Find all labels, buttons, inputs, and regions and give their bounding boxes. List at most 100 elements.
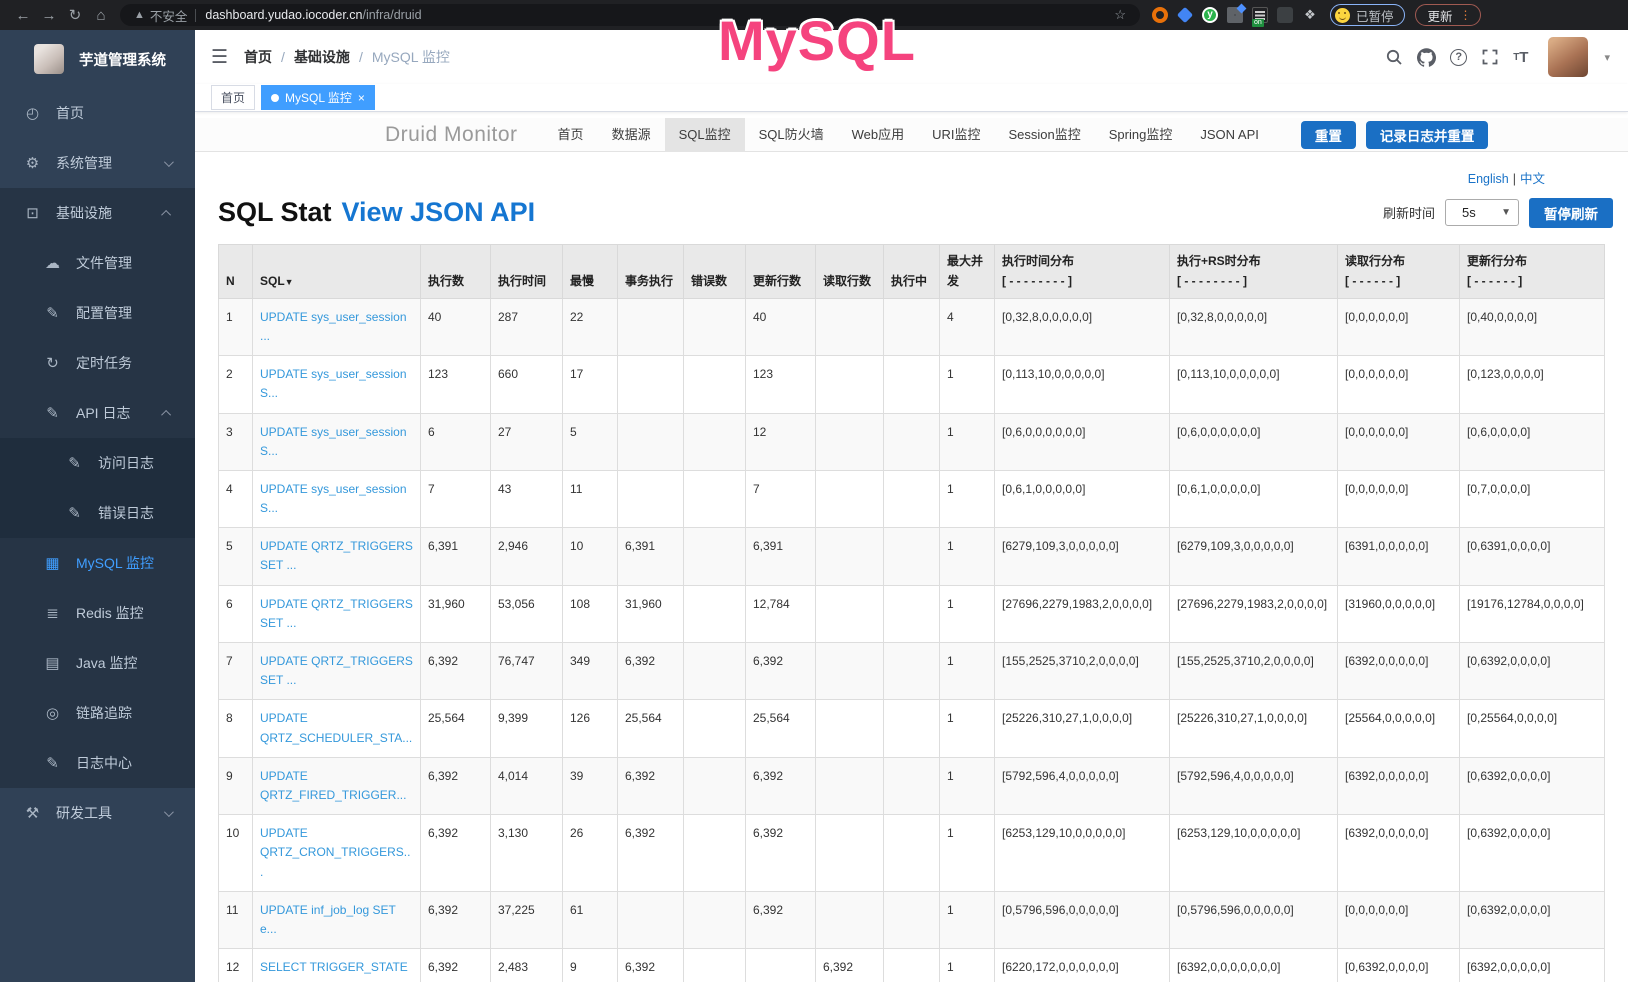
column-header[interactable]: 错误数 bbox=[684, 245, 746, 299]
log-and-reset-button[interactable]: 记录日志并重置 bbox=[1366, 121, 1489, 149]
bookmark-star-icon[interactable]: ☆ bbox=[1114, 7, 1126, 23]
druid-nav-Spring监控[interactable]: Spring监控 bbox=[1095, 118, 1187, 152]
sql-link[interactable]: UPDATE QRTZ_TRIGGERS SET ... bbox=[260, 654, 413, 687]
lang-english-link[interactable]: English bbox=[1468, 172, 1509, 186]
tag-MySQL 监控[interactable]: MySQL 监控× bbox=[261, 85, 375, 110]
druid-nav-SQL防火墙[interactable]: SQL防火墙 bbox=[745, 118, 838, 152]
back-icon[interactable]: ← bbox=[10, 7, 36, 24]
sidebar-item-MySQL 监控[interactable]: ▦MySQL 监控 bbox=[0, 538, 195, 588]
extension-icon[interactable] bbox=[1277, 7, 1293, 23]
column-header[interactable]: 最大并发 bbox=[940, 245, 995, 299]
column-header[interactable]: 读取行数 bbox=[816, 245, 884, 299]
search-icon[interactable] bbox=[1385, 48, 1403, 66]
sql-link[interactable]: UPDATE QRTZ_TRIGGERS SET ... bbox=[260, 597, 413, 630]
table-cell: 6,392 bbox=[618, 815, 684, 892]
browser-update-button[interactable]: 更新 ⋮ bbox=[1415, 4, 1481, 26]
sidebar-toggle-icon[interactable]: ☰ bbox=[211, 46, 228, 69]
sidebar-item-定时任务[interactable]: ↻定时任务 bbox=[0, 338, 195, 388]
table-cell: 10 bbox=[219, 815, 253, 892]
column-header[interactable]: 执行中 bbox=[884, 245, 940, 299]
column-header[interactable]: 执行时间 bbox=[491, 245, 563, 299]
druid-nav-数据源[interactable]: 数据源 bbox=[598, 118, 665, 152]
refresh-interval-select[interactable]: 5s ▼ bbox=[1445, 199, 1519, 226]
table-cell: [27696,2279,1983,2,0,0,0,0] bbox=[995, 585, 1170, 642]
sidebar-item-文件管理[interactable]: ☁文件管理 bbox=[0, 238, 195, 288]
address-bar[interactable]: ▲ 不安全 dashboard.yudao.iocoder.cn/infra/d… bbox=[120, 4, 1140, 26]
breadcrumb-item[interactable]: 首页 bbox=[244, 47, 272, 67]
column-header[interactable]: 读取行分布[ - - - - - - ] bbox=[1338, 245, 1460, 299]
tag-close-icon[interactable]: × bbox=[358, 92, 365, 104]
table-row: 8UPDATE QRTZ_SCHEDULER_STA...25,5649,399… bbox=[219, 700, 1605, 757]
table-cell: 660 bbox=[491, 356, 563, 413]
sidebar-item-研发工具[interactable]: ⚒研发工具 bbox=[0, 788, 195, 838]
app-logo-image bbox=[34, 44, 64, 74]
sidebar-item-Redis 监控[interactable]: ≣Redis 监控 bbox=[0, 588, 195, 638]
pause-refresh-button[interactable]: 暂停刷新 bbox=[1529, 198, 1613, 228]
fullscreen-icon[interactable] bbox=[1481, 48, 1499, 66]
extension-icon[interactable] bbox=[1152, 7, 1168, 23]
druid-nav-Session监控[interactable]: Session监控 bbox=[995, 118, 1095, 152]
page-title: SQL Stat bbox=[218, 197, 332, 228]
extension-icon[interactable] bbox=[1177, 7, 1193, 23]
sql-link[interactable]: UPDATE QRTZ_SCHEDULER_STA... bbox=[260, 711, 412, 744]
forward-icon[interactable]: → bbox=[36, 7, 62, 24]
home-icon[interactable]: ⌂ bbox=[88, 7, 114, 24]
druid-nav-URI监控[interactable]: URI监控 bbox=[918, 118, 994, 152]
table-row: 9UPDATE QRTZ_FIRED_TRIGGER...6,3924,0143… bbox=[219, 757, 1605, 814]
sidebar-item-系统管理[interactable]: ⚙系统管理 bbox=[0, 138, 195, 188]
column-header[interactable]: SQL▼ bbox=[253, 245, 421, 299]
user-avatar[interactable] bbox=[1548, 37, 1588, 77]
column-header[interactable]: 事务执行 bbox=[618, 245, 684, 299]
table-cell: 1 bbox=[940, 528, 995, 585]
tag-首页[interactable]: 首页 bbox=[211, 85, 255, 110]
column-header[interactable]: N bbox=[219, 245, 253, 299]
column-header[interactable]: 更新行数 bbox=[746, 245, 816, 299]
sql-link[interactable]: SELECT TRIGGER_STATE bbox=[260, 960, 408, 974]
view-json-api-link[interactable]: View JSON API bbox=[342, 197, 536, 228]
druid-nav-JSON API[interactable]: JSON API bbox=[1186, 118, 1273, 152]
github-icon[interactable] bbox=[1417, 48, 1436, 67]
column-header[interactable]: 最慢 bbox=[563, 245, 618, 299]
lang-chinese-link[interactable]: 中文 bbox=[1520, 172, 1545, 186]
column-header[interactable]: 更新行分布[ - - - - - - ] bbox=[1460, 245, 1605, 299]
sidebar-item-链路追踪[interactable]: ◎链路追踪 bbox=[0, 688, 195, 738]
sidebar-item-错误日志[interactable]: ✎错误日志 bbox=[0, 488, 195, 538]
reset-button[interactable]: 重置 bbox=[1301, 121, 1356, 149]
avatar-dropdown-caret-icon[interactable]: ▾ bbox=[1604, 51, 1610, 64]
sql-link[interactable]: UPDATE QRTZ_TRIGGERS SET ... bbox=[260, 539, 413, 572]
reload-icon[interactable]: ↻ bbox=[62, 6, 88, 24]
help-icon[interactable]: ? bbox=[1450, 49, 1467, 66]
sql-link[interactable]: UPDATE sys_user_session ... bbox=[260, 310, 407, 343]
column-header[interactable]: 执行数 bbox=[421, 245, 491, 299]
extension-icon[interactable] bbox=[1227, 7, 1243, 23]
extension-icon[interactable]: on bbox=[1252, 7, 1268, 23]
sidebar-item-基础设施[interactable]: ⊡基础设施 bbox=[0, 188, 195, 238]
column-header[interactable]: 执行时间分布[ - - - - - - - - ] bbox=[995, 245, 1170, 299]
sidebar-item-首页[interactable]: ◴首页 bbox=[0, 88, 195, 138]
update-label: 更新 bbox=[1428, 6, 1453, 25]
druid-nav-Web应用[interactable]: Web应用 bbox=[838, 118, 919, 152]
sql-link[interactable]: UPDATE QRTZ_FIRED_TRIGGER... bbox=[260, 769, 406, 802]
browser-menu-icon[interactable]: ⋮ bbox=[1460, 8, 1472, 22]
app-logo-row[interactable]: 芋道管理系统 bbox=[0, 30, 195, 88]
table-cell: 6,392 bbox=[421, 949, 491, 982]
sidebar-item-日志中心[interactable]: ✎日志中心 bbox=[0, 738, 195, 788]
sql-link[interactable]: UPDATE sys_user_session S... bbox=[260, 425, 407, 458]
sql-link[interactable]: UPDATE QRTZ_CRON_TRIGGERS... bbox=[260, 826, 410, 878]
sidebar-item-Java 监控[interactable]: ▤Java 监控 bbox=[0, 638, 195, 688]
font-size-icon[interactable]: TT bbox=[1513, 49, 1528, 66]
sql-link[interactable]: UPDATE sys_user_session S... bbox=[260, 482, 407, 515]
profile-paused-chip[interactable]: 已暂停 bbox=[1330, 4, 1405, 26]
druid-nav: 首页数据源SQL监控SQL防火墙Web应用URI监控Session监控Sprin… bbox=[544, 118, 1273, 152]
sql-link[interactable]: UPDATE inf_job_log SET e... bbox=[260, 903, 396, 936]
druid-nav-SQL监控[interactable]: SQL监控 bbox=[665, 118, 745, 152]
breadcrumb-item[interactable]: 基础设施 bbox=[294, 47, 350, 67]
sql-link[interactable]: UPDATE sys_user_session S... bbox=[260, 367, 407, 400]
column-header[interactable]: 执行+RS时分布[ - - - - - - - - ] bbox=[1170, 245, 1338, 299]
sidebar-item-配置管理[interactable]: ✎配置管理 bbox=[0, 288, 195, 338]
druid-nav-首页[interactable]: 首页 bbox=[544, 118, 598, 152]
puzzle-extension-icon[interactable]: ❖ bbox=[1302, 7, 1318, 23]
extension-icon[interactable]: y bbox=[1202, 7, 1218, 23]
sidebar-item-访问日志[interactable]: ✎访问日志 bbox=[0, 438, 195, 488]
sidebar-item-API 日志[interactable]: ✎API 日志 bbox=[0, 388, 195, 438]
